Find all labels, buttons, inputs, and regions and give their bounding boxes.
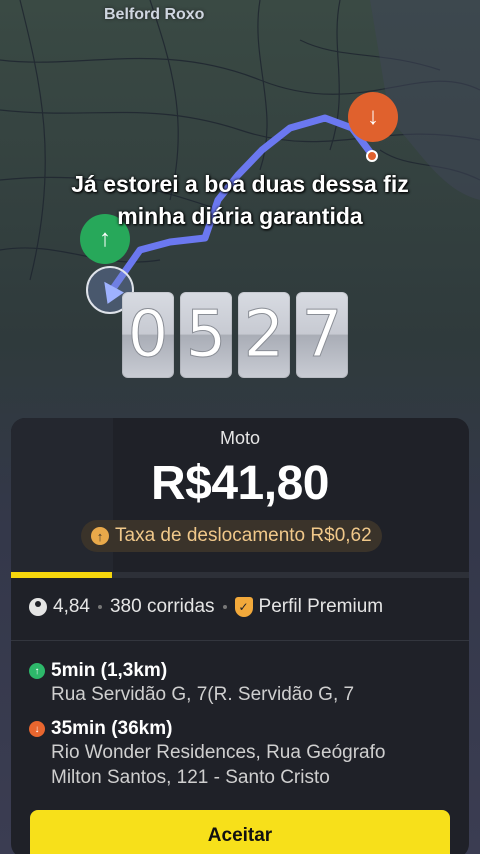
user-icon: [29, 598, 47, 616]
separator-dot: [97, 605, 102, 609]
caption-line-2: minha diária garantida: [117, 203, 363, 229]
dropoff-pin[interactable]: ↓: [348, 92, 398, 142]
arrow-up-circle-icon: ↑: [91, 527, 109, 545]
dropoff-address-line-1: Rio Wonder Residences, Rua Geógrafo: [51, 742, 386, 763]
separator-dot: [222, 605, 227, 609]
timer-digit: 7: [296, 292, 348, 378]
displacement-fee-badge: ↑ Taxa de deslocamento R$0,62: [81, 520, 382, 552]
offer-timeout-bar: [11, 572, 469, 578]
navigation-arrow-icon: [96, 276, 124, 304]
dropoff-stop: ↓ 35min (36km) Rio Wonder Residences, Ru…: [29, 718, 451, 790]
pickup-stop: ↑ 5min (1,3km) Rua Servidão G, 7(R. Serv…: [29, 660, 451, 707]
dropoff-marker-icon: ↓: [29, 721, 45, 737]
accept-button[interactable]: Aceitar: [30, 810, 450, 854]
ride-offer-card: Moto R$41,80 ↑ Taxa de deslocamento R$0,…: [11, 418, 469, 854]
pickup-eta: 5min (1,3km): [51, 660, 168, 681]
dropoff-eta: 35min (36km): [51, 718, 173, 739]
offer-timeout-fill: [11, 572, 112, 578]
divider: [11, 640, 469, 641]
arrow-down-icon: ↓: [367, 103, 379, 130]
ride-count: 380 corridas: [109, 596, 215, 617]
caption-line-1: Já estorei a boa duas dessa fiz: [71, 171, 409, 197]
video-caption: Já estorei a boa duas dessa fiz minha di…: [0, 168, 480, 232]
vehicle-type: Moto: [219, 428, 261, 448]
fee-label: Taxa de deslocamento R$0,62: [115, 525, 372, 546]
city-label: Belford Roxo: [104, 6, 205, 23]
shield-check-icon: ✓: [234, 597, 253, 617]
timer-digit: 2: [238, 292, 290, 378]
pickup-address: Rua Servidão G, 7(R. Servidão G, 7: [51, 684, 355, 705]
flip-timer: 0 5 2 7: [122, 292, 348, 378]
driver-stats: 4,84 380 corridas ✓ Perfil Premium: [29, 596, 383, 618]
dropoff-address-line-2: Milton Santos, 121 - Santo Cristo: [51, 767, 330, 788]
pickup-marker-icon: ↑: [29, 663, 45, 679]
timer-digit: 5: [180, 292, 232, 378]
rating-value: 4,84: [53, 596, 90, 617]
dropoff-point: [366, 150, 378, 162]
fare-price: R$41,80: [151, 457, 329, 510]
profile-type: Perfil Premium: [258, 596, 384, 617]
timer-digit: 0: [122, 292, 174, 378]
